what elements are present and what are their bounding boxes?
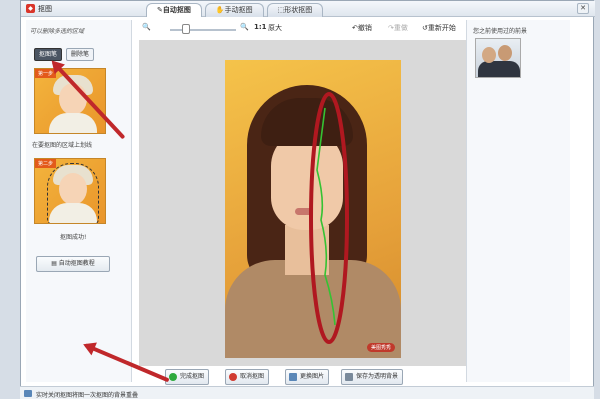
- zoom-in-icon[interactable]: 🔍: [240, 23, 249, 31]
- status-bar: 实时关闭抠图将图一次抠图的背景重叠: [20, 386, 594, 399]
- baby-face-shape: [59, 83, 87, 115]
- step2-example-image: 第二步: [34, 158, 106, 224]
- step2-badge: 第二步: [35, 159, 57, 168]
- stroke-overlay: [309, 92, 349, 344]
- green-cutout-stroke: [316, 107, 336, 326]
- canvas-toolbar: 🔍 🔍 1:1 原大 ↶撤销 ↷重做 ↺重新开始: [140, 20, 485, 38]
- watermark-badge: 美图秀秀: [366, 343, 395, 352]
- tab-manual-cutout[interactable]: ✋手动抠图: [204, 3, 264, 17]
- tab-auto-cutout[interactable]: ✎自动抠图: [146, 3, 202, 17]
- tab-bar: ✎自动抠图 ✋手动抠图 ⬚形状抠图: [146, 3, 324, 17]
- right-panel: 您之前使用过的前景: [466, 20, 570, 382]
- step2-caption: 抠图成功!: [60, 234, 87, 241]
- tab-shape-cutout[interactable]: ⬚形状抠图: [266, 3, 324, 17]
- handwritten-note: 可以删除多选的区域: [30, 28, 85, 35]
- eraser-pen-button[interactable]: 删除笔: [66, 48, 95, 61]
- speaker-icon: [24, 390, 32, 397]
- tutorial-button[interactable]: ▤ 自动抠图教程: [36, 256, 110, 272]
- restart-button[interactable]: ↺重新开始: [422, 23, 456, 33]
- app-logo-icon: ◆: [26, 4, 35, 13]
- redo-button[interactable]: ↷重做: [388, 23, 408, 33]
- left-panel: 可以删除多选的区域 抠图笔 删除笔 第一步 在要抠图的区域上划线 第二步 抠图成…: [26, 20, 132, 382]
- zoom-out-icon[interactable]: 🔍: [142, 23, 151, 31]
- original-size-button[interactable]: 原大: [268, 23, 282, 33]
- thumb-face-shape: [498, 45, 512, 61]
- save-icon: [345, 373, 353, 381]
- action-bar: 完成抠图 取消抠图 更换图片 保存为透明背景: [145, 369, 435, 387]
- replace-image-button[interactable]: 更换图片: [285, 369, 330, 385]
- baby-body-shape: [49, 113, 97, 133]
- book-icon: ▤: [51, 260, 59, 267]
- hand-icon: ✋: [215, 6, 225, 14]
- title-bar: ◆ 抠图 ✎自动抠图 ✋手动抠图 ⬚形状抠图 ✕: [21, 1, 595, 17]
- zoom-slider[interactable]: [170, 29, 236, 31]
- editing-canvas[interactable]: 美图秀秀: [139, 40, 485, 366]
- recent-foregrounds-title: 您之前使用过的前景: [473, 28, 528, 35]
- selection-outline: [47, 163, 99, 223]
- save-transparent-button[interactable]: 保存为透明背景: [341, 369, 404, 385]
- close-icon[interactable]: ✕: [577, 3, 589, 14]
- editing-photo[interactable]: 美图秀秀: [225, 60, 401, 358]
- status-text: 实时关闭抠图将图一次抠图的背景重叠: [36, 392, 139, 399]
- thumb-face-shape: [482, 47, 496, 63]
- check-icon: [169, 373, 177, 381]
- thumb-body-shape: [478, 61, 520, 77]
- zoom-slider-thumb[interactable]: [182, 24, 190, 34]
- undo-button[interactable]: ↶撤销: [352, 23, 372, 33]
- image-icon: [289, 373, 297, 381]
- red-selection-ellipse: [309, 92, 349, 344]
- cancel-cutout-button[interactable]: 取消抠图: [225, 369, 270, 385]
- zoom-ratio[interactable]: 1:1: [254, 23, 267, 31]
- complete-cutout-button[interactable]: 完成抠图: [165, 369, 210, 385]
- app-title: 抠图: [38, 5, 52, 13]
- recent-foreground-thumbnail[interactable]: [475, 38, 521, 78]
- cancel-icon: [229, 373, 237, 381]
- step1-caption: 在要抠图的区域上划线: [32, 142, 93, 149]
